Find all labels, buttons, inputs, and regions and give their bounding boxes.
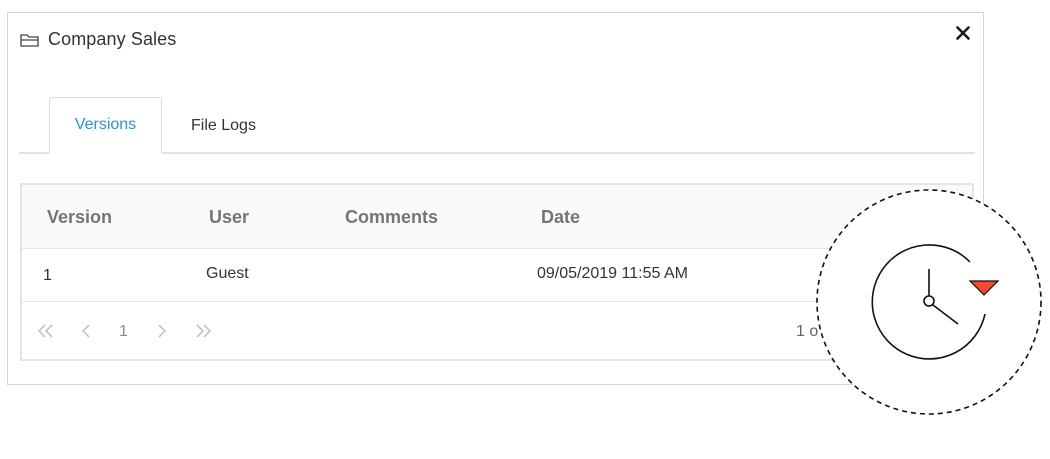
last-page-button[interactable] <box>193 321 213 341</box>
previous-page-button[interactable] <box>76 321 96 341</box>
page-number-current[interactable]: 1 <box>119 323 128 341</box>
cell-user: Guest <box>206 265 249 282</box>
dialog-title: Company Sales <box>48 29 177 49</box>
version-history-clock-icon <box>815 188 1043 416</box>
tab-file-logs[interactable]: File Logs <box>171 97 276 154</box>
double-chevron-right-icon <box>196 324 212 338</box>
column-header-version[interactable]: Version <box>47 207 112 228</box>
cell-version: 1 <box>43 267 52 284</box>
double-chevron-left-icon <box>37 324 53 338</box>
chevron-left-icon <box>81 324 90 338</box>
column-header-user[interactable]: User <box>209 207 249 228</box>
dialog-header: Company Sales <box>20 29 176 50</box>
close-icon <box>956 26 970 40</box>
close-button[interactable] <box>951 21 975 45</box>
folder-icon <box>20 32 40 48</box>
chevron-right-icon <box>158 324 167 338</box>
first-page-button[interactable] <box>36 321 56 341</box>
column-header-date[interactable]: Date <box>541 207 580 228</box>
column-header-comments[interactable]: Comments <box>345 207 438 228</box>
next-page-button[interactable] <box>152 321 172 341</box>
cell-date: 09/05/2019 11:55 AM <box>537 265 688 282</box>
tab-versions[interactable]: Versions <box>49 97 162 154</box>
tab-bar: Versions File Logs <box>19 97 975 154</box>
